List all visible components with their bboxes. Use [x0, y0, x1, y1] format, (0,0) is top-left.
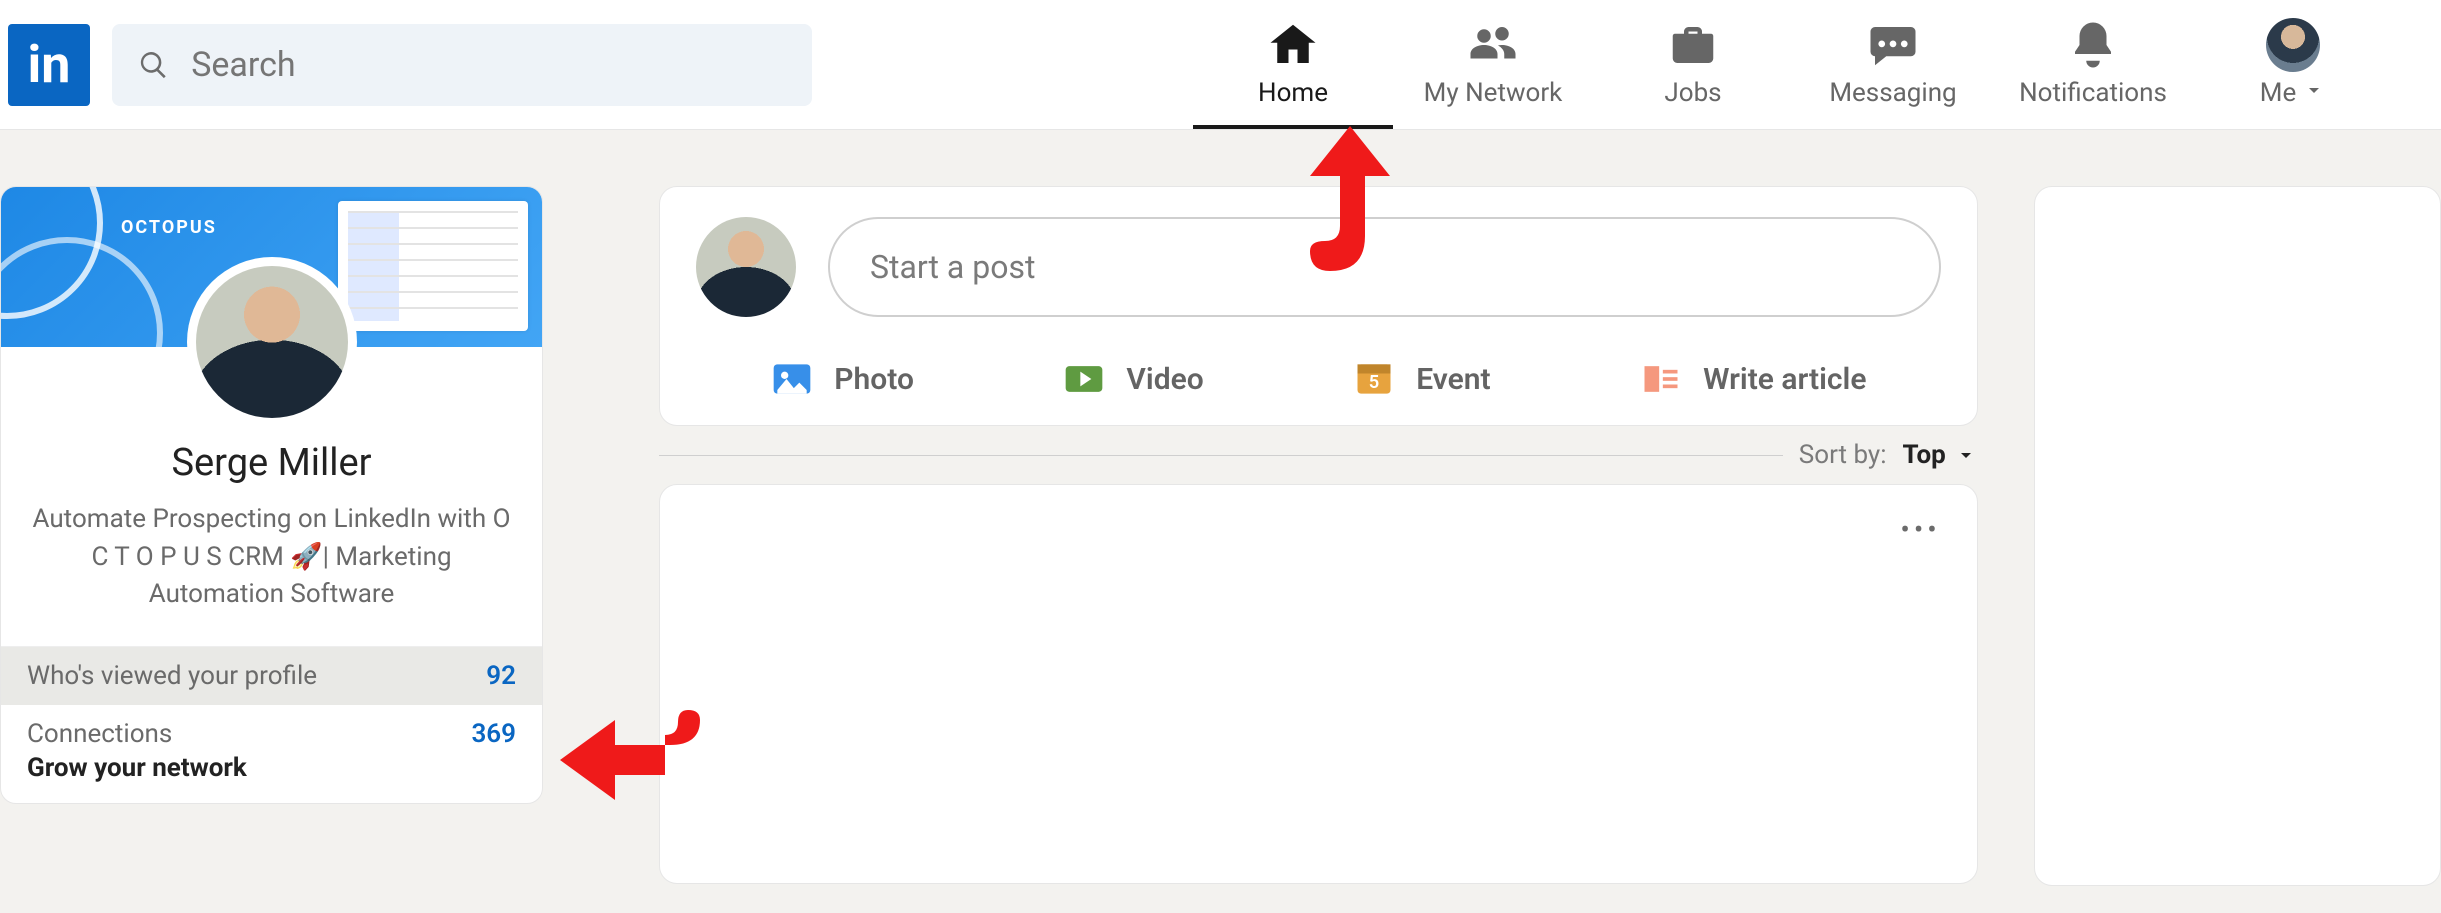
- compose-video[interactable]: Video: [1062, 357, 1203, 401]
- people-icon: [1466, 18, 1520, 72]
- profile-avatar[interactable]: [187, 257, 357, 427]
- feed-sort: Sort by: Top: [659, 440, 1978, 470]
- photo-icon: [770, 357, 814, 401]
- chevron-down-icon: [1954, 443, 1978, 467]
- compose-event[interactable]: 5 Event: [1352, 357, 1490, 401]
- nav-jobs[interactable]: Jobs: [1593, 0, 1793, 129]
- nav-messaging[interactable]: Messaging: [1793, 0, 1993, 129]
- profile-card: OCTOPUS Serge Miller Automate Prospectin…: [0, 186, 543, 804]
- stat-connections-label: Connections: [27, 719, 172, 749]
- nav-jobs-label: Jobs: [1664, 78, 1721, 108]
- search-box[interactable]: [112, 24, 812, 106]
- divider: [659, 455, 1783, 456]
- stat-viewed-label: Who's viewed your profile: [27, 661, 317, 691]
- compose-photo[interactable]: Photo: [770, 357, 914, 401]
- compose-avatar[interactable]: [696, 217, 796, 317]
- grow-network-link[interactable]: Grow your network: [1, 751, 542, 803]
- stat-viewed-value: 92: [486, 661, 516, 691]
- nav-home-label: Home: [1258, 78, 1328, 108]
- briefcase-icon: [1666, 18, 1720, 72]
- nav-me-label: Me: [2260, 78, 2327, 108]
- compose-video-label: Video: [1126, 362, 1203, 397]
- nav-notifications-label: Notifications: [2019, 78, 2167, 108]
- avatar-icon: [2266, 18, 2320, 72]
- chevron-down-icon: [2302, 78, 2326, 102]
- stat-connections[interactable]: Connections 369: [1, 705, 542, 751]
- primary-nav: Home My Network Jobs Messaging Notificat…: [1193, 0, 2393, 129]
- right-card: [2034, 186, 2441, 886]
- avatar-image: [196, 266, 348, 418]
- cover-graphic: [338, 201, 528, 331]
- event-icon: 5: [1352, 357, 1396, 401]
- profile-tagline: Automate Prospecting on LinkedIn with O …: [1, 501, 542, 646]
- top-nav: in Home My Network Jobs Messaging Notifi…: [0, 0, 2441, 130]
- nav-me[interactable]: Me: [2193, 0, 2393, 129]
- compose-photo-label: Photo: [834, 362, 914, 397]
- article-icon: [1639, 357, 1683, 401]
- post-more-menu[interactable]: •••: [696, 513, 1941, 546]
- stat-viewed-profile[interactable]: Who's viewed your profile 92: [1, 646, 542, 705]
- stat-connections-value: 369: [471, 719, 516, 749]
- linkedin-logo[interactable]: in: [8, 24, 90, 106]
- cover-brand: OCTOPUS: [121, 217, 217, 238]
- svg-text:5: 5: [1369, 372, 1379, 393]
- nav-home[interactable]: Home: [1193, 0, 1393, 129]
- annotation-arrow-viewed: [560, 700, 710, 820]
- compose-event-label: Event: [1416, 362, 1490, 397]
- messaging-icon: [1866, 18, 1920, 72]
- nav-network-label: My Network: [1424, 78, 1563, 108]
- feed-post: •••: [659, 484, 1978, 884]
- nav-messaging-label: Messaging: [1829, 78, 1956, 108]
- annotation-arrow-home: [1290, 126, 1410, 296]
- right-sidebar: [2034, 186, 2441, 886]
- compose-article-label: Write article: [1703, 362, 1866, 397]
- profile-name[interactable]: Serge Miller: [1, 441, 542, 485]
- compose-actions: Photo Video 5 Event Write article: [696, 345, 1941, 401]
- search-icon: [138, 48, 169, 82]
- nav-my-network[interactable]: My Network: [1393, 0, 1593, 129]
- sort-prefix: Sort by:: [1799, 440, 1887, 470]
- compose-article[interactable]: Write article: [1639, 357, 1866, 401]
- sort-dropdown[interactable]: Top: [1903, 440, 1978, 470]
- video-icon: [1062, 357, 1106, 401]
- bell-icon: [2066, 18, 2120, 72]
- main-content: OCTOPUS Serge Miller Automate Prospectin…: [0, 130, 2441, 886]
- search-input[interactable]: [191, 45, 786, 85]
- home-icon: [1266, 18, 1320, 72]
- left-sidebar: OCTOPUS Serge Miller Automate Prospectin…: [0, 186, 543, 886]
- nav-notifications[interactable]: Notifications: [1993, 0, 2193, 129]
